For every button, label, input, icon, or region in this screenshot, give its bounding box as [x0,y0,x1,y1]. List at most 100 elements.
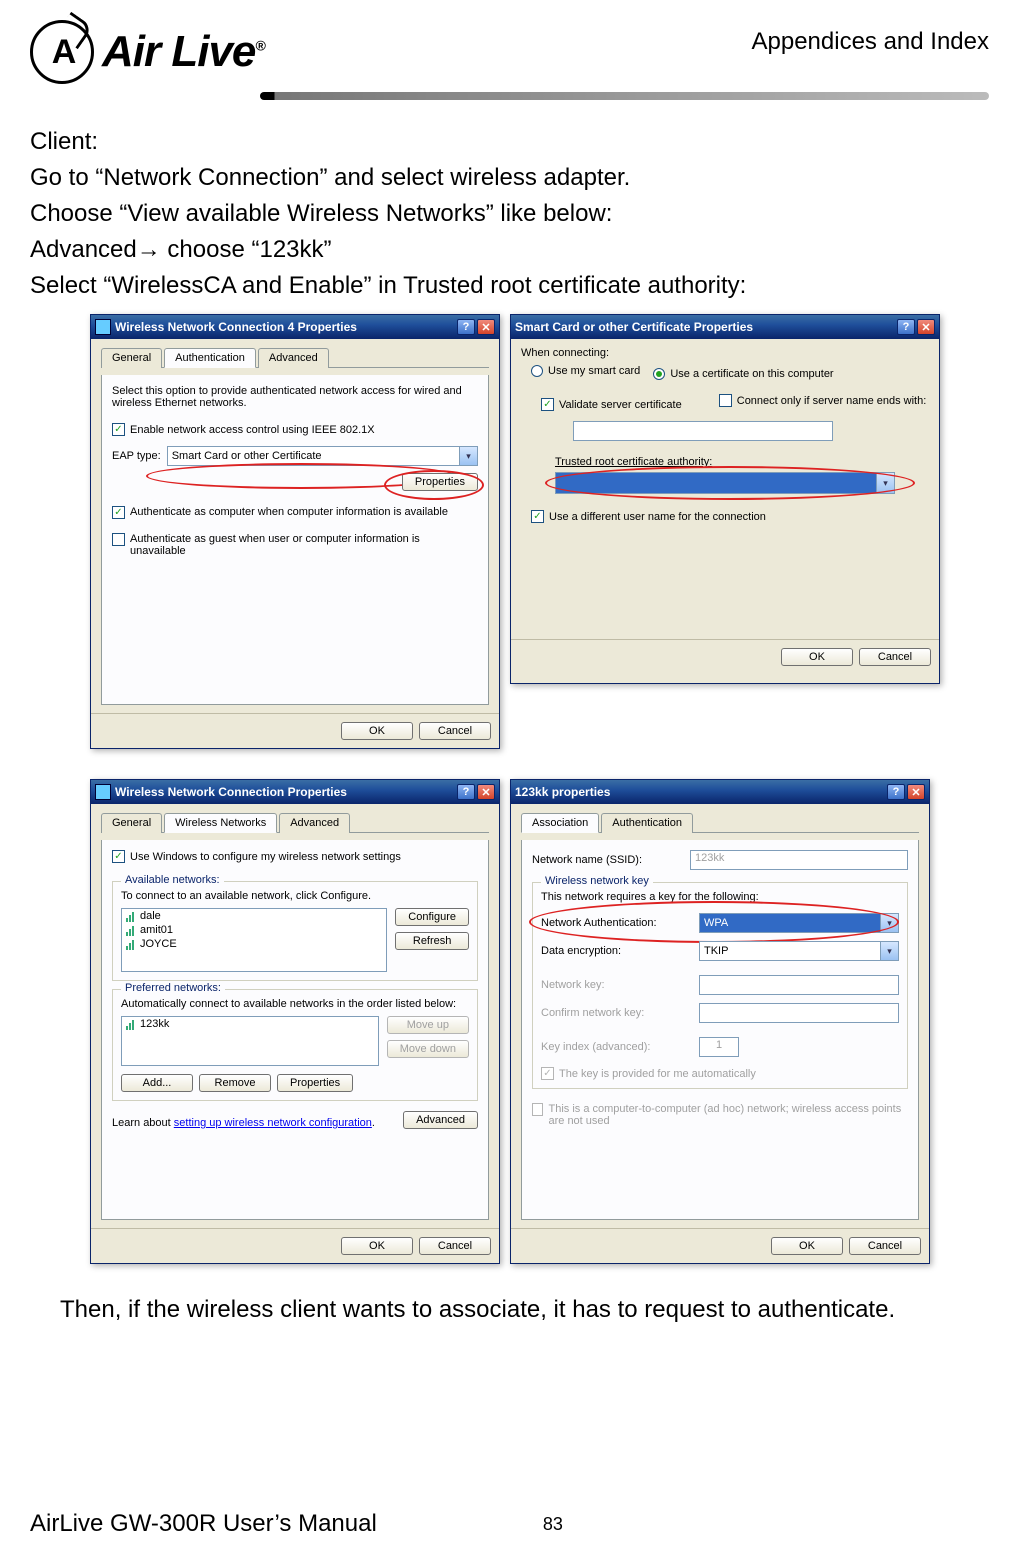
smartcard-certificate-properties-window: Smart Card or other Certificate Properti… [510,314,940,684]
key-auto-checkbox: ✓The key is provided for me automaticall… [541,1067,756,1080]
ok-button[interactable]: OK [781,648,853,666]
ok-button[interactable]: OK [771,1237,843,1255]
remove-button[interactable]: Remove [199,1074,271,1092]
different-username-checkbox[interactable]: ✓Use a different user name for the conne… [531,510,766,523]
key-index-spinner: 1 [699,1037,739,1057]
signal-icon [126,939,136,950]
ssid-label: Network name (SSID): [532,854,682,866]
help-button[interactable]: ? [457,319,475,335]
connect-only-if-checkbox[interactable]: Connect only if server name ends with: [719,394,927,407]
advanced-button[interactable]: Advanced [403,1111,478,1129]
learn-link[interactable]: setting up wireless network configuratio… [174,1117,372,1129]
enable-8021x-checkbox[interactable]: ✓Enable network access control using IEE… [112,423,375,436]
ssid-input: 123kk [690,850,908,870]
move-up-button[interactable]: Move up [387,1016,469,1034]
window-icon [95,319,111,335]
intro-line-2: Go to “Network Connection” and select wi… [30,160,989,196]
tab-advanced[interactable]: Advanced [258,348,329,368]
tab-advanced[interactable]: Advanced [279,813,350,833]
properties-button[interactable]: Properties [277,1074,353,1092]
close-button[interactable]: ✕ [477,319,495,335]
learn-about-text: Learn about setting up wireless network … [112,1117,395,1129]
close-button[interactable]: ✕ [907,784,925,800]
network-auth-label: Network Authentication: [541,917,691,929]
preferred-networks-legend: Preferred networks: [121,982,225,994]
wnk-desc: This network requires a key for the foll… [541,891,899,903]
configure-button[interactable]: Configure [395,908,469,926]
key-index-label: Key index (advanced): [541,1041,691,1053]
tab-authentication[interactable]: Authentication [164,348,256,368]
tab-general[interactable]: General [101,348,162,368]
closing-text: Then, if the wireless client wants to as… [60,1292,989,1328]
list-item[interactable]: dale [122,909,386,923]
list-item[interactable]: JOYCE [122,937,386,951]
available-networks-legend: Available networks: [121,874,224,886]
tab-authentication[interactable]: Authentication [601,813,693,833]
brand-logo: A Air Live® [30,20,265,84]
window-title: Smart Card or other Certificate Properti… [515,320,897,334]
list-item[interactable]: amit01 [122,923,386,937]
section-title: Appendices and Index [751,28,989,56]
properties-button[interactable]: Properties [402,473,478,491]
airlive-icon: A [30,20,94,84]
cancel-button[interactable]: Cancel [849,1237,921,1255]
wireless-connection-properties-window: Wireless Network Connection 4 Properties… [90,314,500,749]
signal-icon [126,925,136,936]
preferred-desc: Automatically connect to available netwo… [121,998,469,1010]
move-down-button[interactable]: Move down [387,1040,469,1058]
intro-line-1: Client: [30,124,989,160]
auth-as-computer-checkbox[interactable]: ✓Authenticate as computer when computer … [112,506,448,519]
window-title: Wireless Network Connection Properties [115,785,457,799]
tab-general[interactable]: General [101,813,162,833]
close-button[interactable]: ✕ [917,319,935,335]
ok-button[interactable]: OK [341,1237,413,1255]
signal-icon [126,911,136,922]
window-title: Wireless Network Connection 4 Properties [115,320,457,334]
help-button[interactable]: ? [897,319,915,335]
ok-button[interactable]: OK [341,722,413,740]
server-name-input[interactable] [573,421,833,441]
window-icon [95,784,111,800]
available-networks-list[interactable]: dale amit01 JOYCE [121,908,387,972]
use-smartcard-radio[interactable]: Use my smart card [531,365,640,377]
refresh-button[interactable]: Refresh [395,932,469,950]
preferred-networks-list[interactable]: 123kk [121,1016,379,1066]
brand-text: Air Live® [102,27,265,77]
trusted-root-select[interactable] [555,472,895,494]
confirm-key-input [699,1003,899,1023]
auth-as-guest-checkbox[interactable]: Authenticate as guest when user or compu… [112,533,478,557]
manual-title: AirLive GW-300R User’s Manual [30,1510,377,1538]
signal-icon [126,1019,136,1030]
ssid-properties-window: 123kk properties ? ✕ Association Authent… [510,779,930,1264]
confirm-key-label: Confirm network key: [541,1007,691,1019]
intro-line-4: Advanced→ choose “123kk” [30,232,989,268]
eap-type-label: EAP type: [112,450,161,462]
data-encryption-select[interactable]: TKIP [699,941,899,961]
data-encryption-label: Data encryption: [541,945,691,957]
use-certificate-radio[interactable]: Use a certificate on this computer [653,368,833,380]
tab-association[interactable]: Association [521,813,599,833]
help-button[interactable]: ? [457,784,475,800]
validate-server-cert-checkbox[interactable]: ✓Validate server certificate [541,398,682,411]
add-button[interactable]: Add... [121,1074,193,1092]
when-connecting-label: When connecting: [521,347,929,359]
wireless-network-key-legend: Wireless network key [541,875,653,887]
trusted-root-label: Trusted root certificate authority: [555,456,929,468]
network-key-label: Network key: [541,979,691,991]
eap-type-select[interactable]: Smart Card or other Certificate [167,446,478,466]
page-number: 83 [377,1514,729,1535]
available-desc: To connect to an available network, clic… [121,890,469,902]
network-key-input [699,975,899,995]
network-auth-select[interactable]: WPA [699,913,899,933]
help-button[interactable]: ? [887,784,905,800]
cancel-button[interactable]: Cancel [859,648,931,666]
close-button[interactable]: ✕ [477,784,495,800]
use-windows-config-checkbox[interactable]: ✓Use Windows to configure my wireless ne… [112,850,401,863]
intro-line-5: Select “WirelessCA and Enable” in Truste… [30,268,989,304]
adhoc-checkbox: This is a computer-to-computer (ad hoc) … [532,1103,908,1127]
auth-description: Select this option to provide authentica… [112,385,478,409]
tab-wireless-networks[interactable]: Wireless Networks [164,813,277,833]
cancel-button[interactable]: Cancel [419,722,491,740]
list-item[interactable]: 123kk [122,1017,378,1031]
cancel-button[interactable]: Cancel [419,1237,491,1255]
